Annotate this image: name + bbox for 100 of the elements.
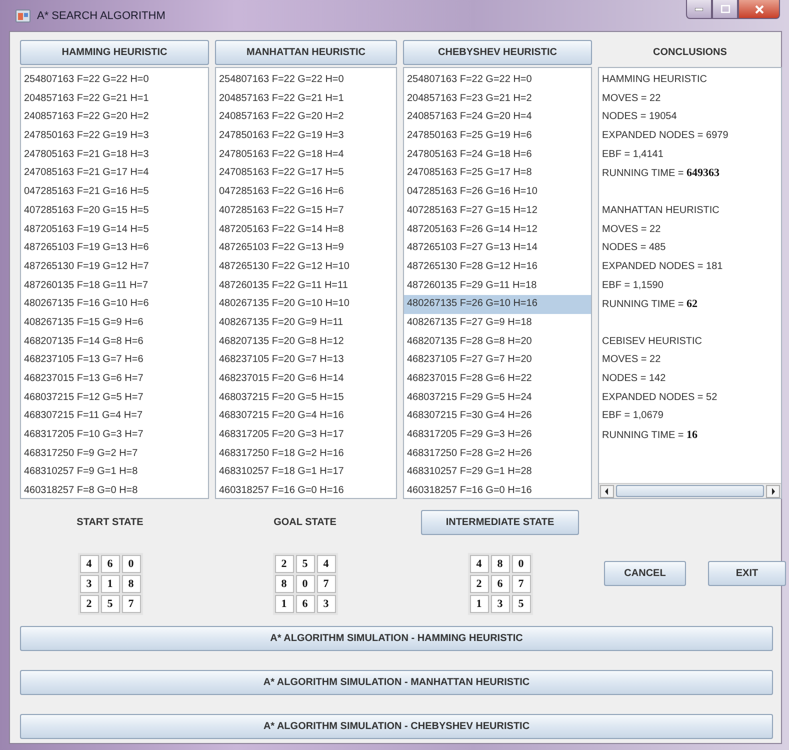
- puzzle-tile: 0: [296, 575, 314, 593]
- list-item[interactable]: 468207135 F=14 G=8 H=6: [21, 332, 208, 352]
- list-item[interactable]: 047285163 F=26 G=16 H=10: [404, 183, 591, 202]
- list-item[interactable]: 468307215 F=11 G=4 H=7: [21, 407, 208, 426]
- list-item[interactable]: 460318257 F=16 G=0 H=16: [404, 482, 591, 501]
- heuristic-header-button[interactable]: CHEBYSHEV HEURISTIC: [403, 40, 592, 65]
- list-item[interactable]: 408267135 F=15 G=9 H=6: [21, 314, 208, 333]
- list-item[interactable]: 468207135 F=28 G=8 H=20: [404, 332, 591, 352]
- simulation-button[interactable]: A* ALGORITHM SIMULATION - CHEBYSHEV HEURISTIC: [20, 714, 773, 739]
- list-item[interactable]: 240857163 F=22 G=20 H=2: [216, 108, 396, 128]
- list-item[interactable]: 407285163 F=27 G=15 H=12: [404, 202, 591, 220]
- intermediate-state-button[interactable]: INTERMEDIATE STATE: [421, 510, 579, 535]
- list-item[interactable]: 247085163 F=21 G=17 H=4: [21, 164, 208, 184]
- list-item[interactable]: 240857163 F=24 G=20 H=4: [404, 108, 591, 128]
- list-item[interactable]: 247850163 F=22 G=19 H=3: [21, 127, 208, 146]
- simulation-button[interactable]: A* ALGORITHM SIMULATION - HAMMING HEURISTIC: [20, 626, 773, 651]
- conclusion-line: NODES = 142: [602, 372, 667, 386]
- list-item[interactable]: 247850163 F=25 G=19 H=6: [404, 127, 591, 146]
- list-item[interactable]: 480267135 F=16 G=10 H=6: [21, 295, 208, 314]
- list-item[interactable]: 468310257 F=29 G=1 H=28: [404, 463, 591, 482]
- list-item[interactable]: 468237015 F=20 G=6 H=14: [216, 370, 396, 389]
- list-item[interactable]: 468237105 F=13 G=7 H=6: [21, 351, 208, 370]
- list-item[interactable]: 468037215 F=12 G=5 H=7: [21, 388, 208, 408]
- list-item[interactable]: 468037215 F=29 G=5 H=24: [404, 388, 591, 408]
- list-item[interactable]: 240857163 F=22 G=20 H=2: [21, 108, 208, 128]
- list-item[interactable]: 480267135 F=20 G=10 H=10: [216, 295, 396, 314]
- list-item[interactable]: 468037215 F=20 G=5 H=15: [216, 388, 396, 408]
- scroll-thumb[interactable]: [616, 485, 764, 497]
- list-item[interactable]: 047285163 F=22 G=16 H=6: [216, 183, 396, 202]
- list-item[interactable]: 468237105 F=20 G=7 H=13: [216, 351, 396, 370]
- list-item[interactable]: 247085163 F=25 G=17 H=8: [404, 164, 591, 184]
- list-item[interactable]: 407285163 F=22 G=15 H=7: [216, 202, 396, 220]
- list-item[interactable]: 468307215 F=30 G=4 H=26: [404, 407, 591, 426]
- list-item[interactable]: 487205163 F=19 G=14 H=5: [21, 220, 208, 240]
- list-item[interactable]: 468317205 F=20 G=3 H=17: [216, 426, 396, 445]
- list-item[interactable]: 460318257 F=8 G=0 H=8: [21, 482, 208, 501]
- list-item[interactable]: 487265103 F=19 G=13 H=6: [21, 239, 208, 258]
- list-item[interactable]: 254807163 F=22 G=22 H=0: [404, 71, 591, 90]
- list-item[interactable]: 487265103 F=22 G=13 H=9: [216, 239, 396, 258]
- list-item[interactable]: 247805163 F=22 G=18 H=4: [216, 146, 396, 164]
- list-item[interactable]: 468237105 F=27 G=7 H=20: [404, 351, 591, 370]
- list-item[interactable]: 468310257 F=9 G=1 H=8: [21, 463, 208, 482]
- scroll-right-icon[interactable]: [766, 484, 780, 498]
- heuristic-header-button[interactable]: MANHATTAN HEURISTIC: [215, 40, 397, 65]
- list-item[interactable]: 247805163 F=24 G=18 H=6: [404, 146, 591, 164]
- minimize-icon: [695, 8, 703, 10]
- list-item[interactable]: 468310257 F=18 G=1 H=17: [216, 463, 396, 482]
- list-item[interactable]: 468317250 F=18 G=2 H=16: [216, 444, 396, 464]
- list-item[interactable]: 487260135 F=18 G=11 H=7: [21, 276, 208, 296]
- list-item[interactable]: 460318257 F=16 G=0 H=16: [216, 482, 396, 501]
- list-item[interactable]: 468237015 F=13 G=6 H=7: [21, 370, 208, 389]
- list-item[interactable]: 468317205 F=29 G=3 H=26: [404, 426, 591, 445]
- list-item[interactable]: 254807163 F=22 G=22 H=0: [216, 71, 396, 90]
- close-icon: [754, 4, 764, 14]
- list-item[interactable]: 487205163 F=22 G=14 H=8: [216, 220, 396, 240]
- close-button[interactable]: [738, 0, 780, 19]
- conclusion-line: CEBISEV HEURISTIC: [602, 334, 704, 349]
- list-item[interactable]: 468237015 F=28 G=6 H=22: [404, 370, 591, 389]
- simulation-button[interactable]: A* ALGORITHM SIMULATION - MANHATTAN HEURISTIC: [20, 670, 773, 695]
- list-item[interactable]: 247805163 F=21 G=18 H=3: [21, 146, 208, 164]
- list-item[interactable]: 204857163 F=22 G=21 H=1: [216, 90, 396, 108]
- cancel-button[interactable]: CANCEL: [604, 561, 686, 586]
- puzzle-tile: 7: [316, 575, 336, 593]
- list-item[interactable]: 408267135 F=27 G=9 H=18: [404, 314, 591, 333]
- state-label: START STATE: [76, 516, 144, 530]
- maximize-button[interactable]: [712, 0, 738, 19]
- puzzle-tile: 4: [80, 555, 98, 573]
- list-item[interactable]: 487265130 F=28 G=12 H=16: [404, 258, 591, 277]
- list-item[interactable]: 408267135 F=20 G=9 H=11: [216, 314, 396, 333]
- list-item[interactable]: 487265130 F=19 G=12 H=7: [21, 258, 208, 277]
- puzzle-tile: 6: [100, 555, 120, 573]
- heuristic-header-button[interactable]: HAMMING HEURISTIC: [20, 40, 209, 65]
- list-item[interactable]: 468317205 F=10 G=3 H=7: [21, 426, 208, 445]
- puzzle-tile: 8: [490, 555, 510, 573]
- list-item[interactable]: 254807163 F=22 G=22 H=0: [21, 71, 208, 90]
- minimize-button[interactable]: [686, 0, 712, 19]
- list-item[interactable]: 480267135 F=26 G=10 H=16: [404, 295, 591, 314]
- list-item[interactable]: 487260135 F=22 G=11 H=11: [216, 276, 396, 296]
- list-item[interactable]: 247085163 F=22 G=17 H=5: [216, 164, 396, 184]
- puzzle-tile: 2: [470, 575, 488, 593]
- list-item[interactable]: 407285163 F=20 G=15 H=5: [21, 202, 208, 220]
- list-item[interactable]: 204857163 F=23 G=21 H=2: [404, 90, 591, 108]
- list-item[interactable]: 047285163 F=21 G=16 H=5: [21, 183, 208, 202]
- list-item[interactable]: 204857163 F=22 G=21 H=1: [21, 90, 208, 108]
- horizontal-scrollbar[interactable]: [599, 483, 781, 498]
- list-item[interactable]: 468207135 F=20 G=8 H=12: [216, 332, 396, 352]
- exit-button[interactable]: EXIT: [708, 561, 786, 586]
- conclusion-line: MANHATTAN HEURISTIC: [602, 204, 720, 218]
- conclusion-line: NODES = 485: [602, 241, 667, 256]
- list-item[interactable]: 468317250 F=28 G=2 H=26: [404, 444, 591, 464]
- list-item[interactable]: 247850163 F=22 G=19 H=3: [216, 127, 396, 146]
- puzzle-tile: 3: [490, 595, 510, 613]
- list-item[interactable]: 468307215 F=20 G=4 H=16: [216, 407, 396, 426]
- conclusion-line: EBF = 1,1590: [602, 278, 664, 293]
- list-item[interactable]: 487205163 F=26 G=14 H=12: [404, 220, 591, 240]
- scroll-left-icon[interactable]: [600, 484, 614, 498]
- list-item[interactable]: 487265130 F=22 G=12 H=10: [216, 258, 396, 277]
- list-item[interactable]: 468317250 F=9 G=2 H=7: [21, 444, 208, 464]
- list-item[interactable]: 487260135 F=29 G=11 H=18: [404, 276, 591, 296]
- list-item[interactable]: 487265103 F=27 G=13 H=14: [404, 239, 591, 258]
